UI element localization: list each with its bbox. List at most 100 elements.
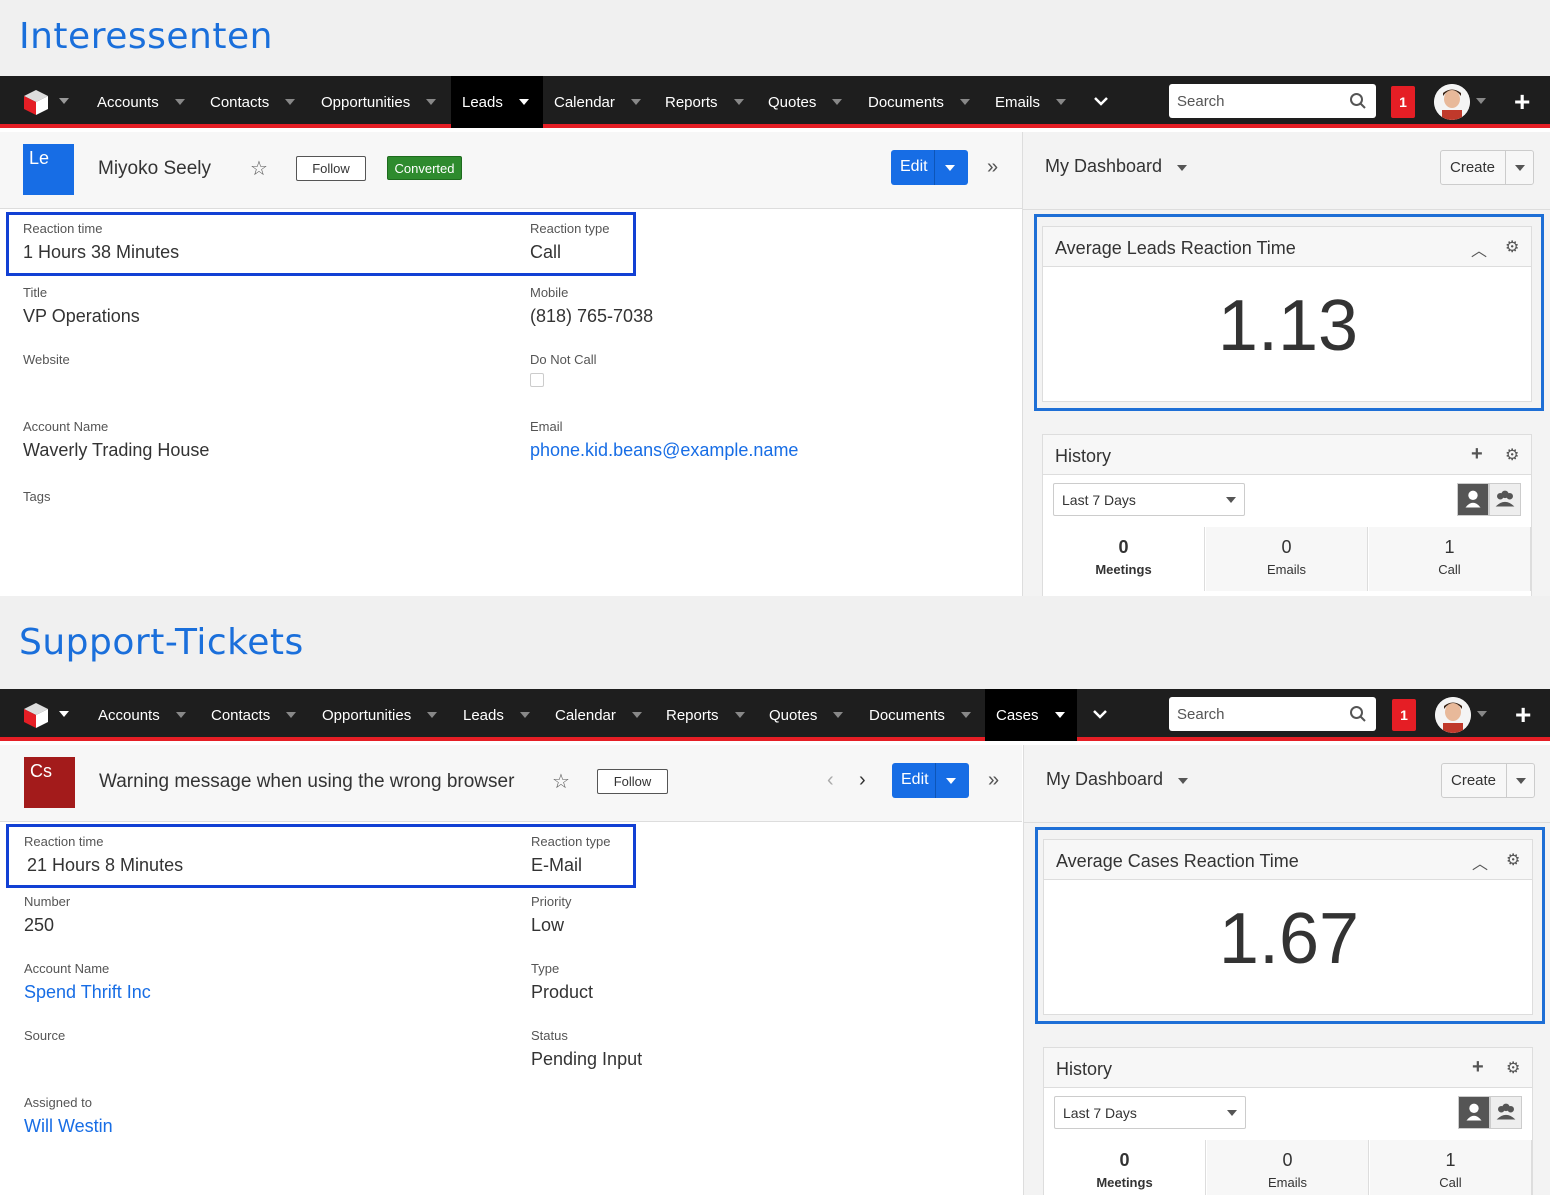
history-range-select[interactable]: Last 7 Days xyxy=(1053,483,1245,516)
field-website[interactable]: Website xyxy=(23,352,70,373)
chevron-down-icon[interactable] xyxy=(1178,778,1188,784)
logo-caret-icon[interactable] xyxy=(59,711,69,717)
chevron-up-icon[interactable]: ︿ xyxy=(1471,237,1487,261)
field-account-name[interactable]: Account Name Waverly Trading House xyxy=(23,419,209,461)
stat-emails[interactable]: 0 Emails xyxy=(1207,1140,1369,1195)
nav-documents[interactable]: Documents xyxy=(857,76,981,128)
nav-opportunities[interactable]: Opportunities xyxy=(311,689,448,741)
nav-contacts[interactable]: Contacts xyxy=(200,689,307,741)
dashboard-title[interactable]: My Dashboard xyxy=(1045,156,1162,177)
chevron-down-icon[interactable] xyxy=(631,712,642,718)
field-type[interactable]: Type Product xyxy=(531,961,593,1003)
field-reaction-time[interactable]: Reaction time 21 Hours 8 Minutes xyxy=(24,834,183,876)
chevron-down-icon[interactable] xyxy=(1515,165,1525,171)
gear-icon[interactable]: ⚙ xyxy=(1506,1058,1520,1078)
nav-calendar[interactable]: Calendar xyxy=(544,689,653,741)
chevron-down-icon[interactable] xyxy=(426,99,437,105)
chevron-down-icon[interactable] xyxy=(833,712,844,718)
more-modules-chevron-icon[interactable] xyxy=(1092,92,1110,110)
plus-icon[interactable]: + xyxy=(1471,443,1483,466)
chevron-down-icon[interactable] xyxy=(518,99,529,105)
avatar-caret-icon[interactable] xyxy=(1476,98,1486,104)
nav-emails[interactable]: Emails xyxy=(984,76,1077,128)
nav-leads[interactable]: Leads xyxy=(452,689,541,741)
nav-documents[interactable]: Documents xyxy=(858,689,982,741)
chevron-double-right-icon[interactable]: » xyxy=(987,156,998,179)
chevron-down-icon[interactable] xyxy=(1056,99,1067,105)
nav-quotes[interactable]: Quotes xyxy=(758,689,854,741)
global-search-input[interactable]: Search xyxy=(1169,697,1376,731)
follow-button[interactable]: Follow xyxy=(597,769,668,794)
star-icon[interactable]: ☆ xyxy=(552,769,570,794)
stat-calls[interactable]: 1 Call xyxy=(1370,1140,1532,1195)
nav-calendar[interactable]: Calendar xyxy=(543,76,652,128)
chevron-up-icon[interactable]: ︿ xyxy=(1472,850,1488,874)
nav-reports[interactable]: Reports xyxy=(655,689,756,741)
chevron-down-icon[interactable] xyxy=(174,99,185,105)
search-icon[interactable] xyxy=(1349,92,1367,110)
nav-quotes[interactable]: Quotes xyxy=(757,76,853,128)
notification-badge[interactable]: 1 xyxy=(1391,86,1415,118)
field-email[interactable]: Email phone.kid.beans@example.name xyxy=(530,419,798,461)
avatar[interactable] xyxy=(1435,697,1471,733)
logo-cube-icon[interactable] xyxy=(22,88,50,116)
notification-badge[interactable]: 1 xyxy=(1392,699,1416,731)
history-range-select[interactable]: Last 7 Days xyxy=(1054,1096,1246,1129)
field-number[interactable]: Number 250 xyxy=(24,894,70,936)
email-link[interactable]: phone.kid.beans@example.name xyxy=(530,440,798,461)
field-status[interactable]: Status Pending Input xyxy=(531,1028,642,1070)
group-icon[interactable] xyxy=(1489,483,1521,516)
field-assigned-to[interactable]: Assigned to Will Westin xyxy=(24,1095,113,1137)
chevron-down-icon[interactable] xyxy=(960,712,971,718)
chevron-down-icon[interactable] xyxy=(630,99,641,105)
chevron-right-icon[interactable]: › xyxy=(859,769,866,792)
gear-icon[interactable]: ⚙ xyxy=(1505,237,1519,257)
chevron-down-icon[interactable] xyxy=(945,165,955,171)
user-icon[interactable] xyxy=(1458,1096,1490,1129)
search-icon[interactable] xyxy=(1349,705,1367,723)
more-modules-chevron-icon[interactable] xyxy=(1091,705,1109,723)
field-do-not-call[interactable]: Do Not Call xyxy=(530,352,596,387)
chevron-down-icon[interactable] xyxy=(1054,712,1065,718)
chevron-down-icon[interactable] xyxy=(946,778,956,784)
chevron-left-icon[interactable]: ‹ xyxy=(827,769,834,792)
chevron-double-right-icon[interactable]: » xyxy=(988,769,999,792)
star-icon[interactable]: ☆ xyxy=(250,156,268,181)
chevron-down-icon[interactable] xyxy=(1516,778,1526,784)
account-link[interactable]: Spend Thrift Inc xyxy=(24,982,151,1003)
nav-leads[interactable]: Leads xyxy=(451,76,543,128)
logo-caret-icon[interactable] xyxy=(59,98,69,104)
chevron-down-icon[interactable] xyxy=(1177,165,1187,171)
nav-contacts[interactable]: Contacts xyxy=(199,76,306,128)
field-priority[interactable]: Priority Low xyxy=(531,894,571,936)
nav-cases[interactable]: Cases xyxy=(985,689,1077,741)
follow-button[interactable]: Follow xyxy=(296,156,366,181)
field-reaction-type[interactable]: Reaction type E-Mail xyxy=(531,834,611,876)
chevron-down-icon[interactable] xyxy=(175,712,186,718)
gear-icon[interactable]: ⚙ xyxy=(1505,445,1519,465)
field-tags[interactable]: Tags xyxy=(23,489,50,510)
gear-icon[interactable]: ⚙ xyxy=(1506,850,1520,870)
stat-meetings[interactable]: 0 Meetings xyxy=(1044,1140,1206,1195)
create-button[interactable]: Create xyxy=(1440,150,1534,185)
do-not-call-checkbox[interactable] xyxy=(530,373,544,387)
avatar-caret-icon[interactable] xyxy=(1477,711,1487,717)
stat-meetings[interactable]: 0 Meetings xyxy=(1043,527,1205,591)
plus-icon[interactable]: + xyxy=(1515,701,1531,729)
field-source[interactable]: Source xyxy=(24,1028,65,1049)
nav-accounts[interactable]: Accounts xyxy=(87,689,197,741)
plus-icon[interactable]: + xyxy=(1514,88,1530,116)
assigned-user-link[interactable]: Will Westin xyxy=(24,1116,113,1137)
field-mobile[interactable]: Mobile (818) 765-7038 xyxy=(530,285,653,327)
chevron-down-icon[interactable] xyxy=(519,712,530,718)
chevron-down-icon[interactable] xyxy=(286,712,297,718)
logo-cube-icon[interactable] xyxy=(22,701,50,729)
edit-button[interactable]: Edit xyxy=(892,763,969,798)
chevron-down-icon[interactable] xyxy=(427,712,438,718)
nav-reports[interactable]: Reports xyxy=(654,76,755,128)
chevron-down-icon[interactable] xyxy=(832,99,843,105)
stat-calls[interactable]: 1 Call xyxy=(1369,527,1531,591)
edit-button[interactable]: Edit xyxy=(891,150,968,185)
group-icon[interactable] xyxy=(1490,1096,1522,1129)
nav-opportunities[interactable]: Opportunities xyxy=(310,76,447,128)
